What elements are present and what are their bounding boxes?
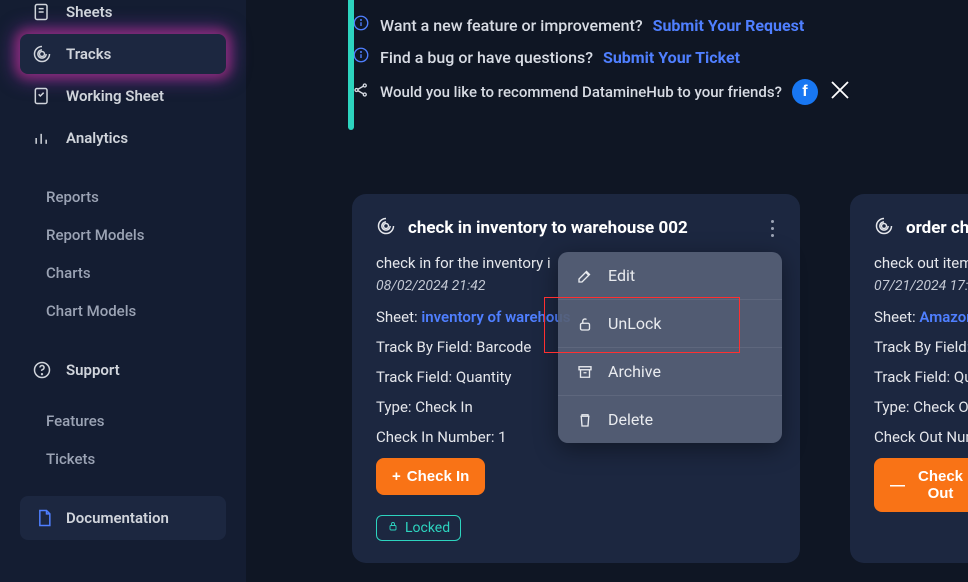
- sidebar: Sheets Tracks Working Sheet Analytics Re…: [0, 0, 246, 582]
- sidebar-sub-charts[interactable]: Charts: [20, 254, 226, 292]
- sidebar-item-working-sheet[interactable]: Working Sheet: [20, 76, 226, 116]
- submit-ticket-link[interactable]: Submit Your Ticket: [603, 48, 740, 67]
- sheets-icon: [32, 2, 52, 22]
- sheet-link[interactable]: Amazon: [919, 308, 968, 326]
- sidebar-item-documentation[interactable]: Documentation: [20, 496, 226, 540]
- banner-bug-row: Find a bug or have questions? Submit You…: [352, 46, 968, 68]
- tracks-icon: [32, 44, 52, 64]
- sidebar-item-analytics[interactable]: Analytics: [20, 118, 226, 158]
- card-type: Type: Check Ou: [874, 398, 968, 416]
- sidebar-item-label: Tracks: [66, 45, 111, 63]
- sidebar-item-label: Analytics: [66, 129, 128, 147]
- unlock-icon: [576, 315, 594, 333]
- sidebar-item-tracks[interactable]: Tracks: [20, 34, 226, 74]
- menu-edit[interactable]: Edit: [558, 252, 782, 300]
- sidebar-item-label: Working Sheet: [66, 87, 164, 105]
- sidebar-item-label: Documentation: [66, 509, 169, 527]
- delete-icon: [576, 411, 594, 429]
- check-in-button[interactable]: + Check In: [376, 458, 485, 495]
- card-sheet: Sheet: Amazon: [874, 308, 968, 326]
- edit-icon: [576, 267, 594, 285]
- info-icon: [352, 14, 370, 36]
- track-card: order che check out item 07/21/2024 17:3…: [850, 194, 968, 563]
- archive-icon: [576, 363, 594, 381]
- card-track-by-field: Track By Field: S: [874, 338, 968, 356]
- card-track-field: Track Field: Qua: [874, 368, 968, 386]
- lock-icon: [387, 520, 399, 536]
- banner-share-row: Would you like to recommend DatamineHub …: [352, 78, 968, 106]
- sidebar-item-support[interactable]: Support: [20, 350, 226, 390]
- locked-badge: Locked: [376, 515, 461, 541]
- banner: Want a new feature or improvement? Submi…: [352, 0, 968, 106]
- banner-accent-bar: [348, 0, 354, 130]
- minus-icon: —: [890, 477, 905, 494]
- social-icons: f: [792, 78, 852, 106]
- sidebar-item-label: Support: [66, 361, 120, 379]
- sidebar-sub-features[interactable]: Features: [20, 402, 226, 440]
- analytics-icon: [32, 128, 52, 148]
- card-context-menu: Edit UnLock Archive Delete: [558, 252, 782, 443]
- card-menu-button[interactable]: [762, 214, 782, 242]
- card-title: check in inventory to warehouse 002: [408, 218, 688, 238]
- card-date: 07/21/2024 17:3: [874, 278, 968, 294]
- support-icon: [32, 360, 52, 380]
- sidebar-item-sheets[interactable]: Sheets: [20, 0, 226, 32]
- check-out-button[interactable]: — Check Out: [874, 458, 968, 512]
- tracks-icon: [376, 216, 396, 240]
- card-description: check out item: [874, 254, 968, 272]
- x-twitter-icon[interactable]: [828, 78, 852, 106]
- sidebar-sub-chart-models[interactable]: Chart Models: [20, 292, 226, 330]
- banner-feature-row: Want a new feature or improvement? Submi…: [352, 14, 968, 36]
- sidebar-item-label: Sheets: [66, 3, 112, 21]
- sidebar-sub-reports[interactable]: Reports: [20, 178, 226, 216]
- card-title: order che: [906, 218, 968, 238]
- plus-icon: +: [392, 468, 401, 485]
- working-sheet-icon: [32, 86, 52, 106]
- sheet-link[interactable]: inventory of warehous: [421, 308, 570, 326]
- share-icon: [352, 81, 370, 103]
- menu-unlock[interactable]: UnLock: [558, 300, 782, 348]
- menu-archive[interactable]: Archive: [558, 348, 782, 396]
- documentation-icon: [34, 508, 54, 528]
- sidebar-sub-report-models[interactable]: Report Models: [20, 216, 226, 254]
- card-check-number: Check Out Num: [874, 428, 968, 446]
- menu-delete[interactable]: Delete: [558, 396, 782, 443]
- facebook-icon[interactable]: f: [792, 79, 818, 105]
- info-icon: [352, 46, 370, 68]
- tracks-icon: [874, 216, 894, 240]
- sidebar-sub-tickets[interactable]: Tickets: [20, 440, 226, 478]
- submit-request-link[interactable]: Submit Your Request: [653, 16, 805, 35]
